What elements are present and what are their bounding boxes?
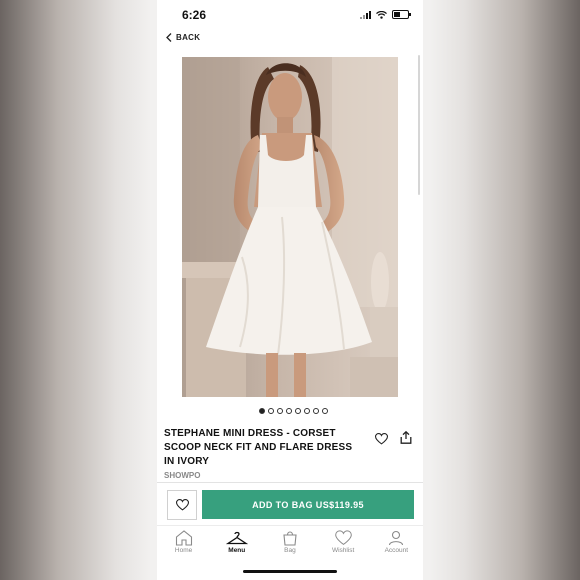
tab-label: Home	[174, 547, 193, 554]
bottom-tab-bar: Home Menu Bag Wishlist Account	[157, 525, 423, 560]
cellular-signal-icon	[360, 10, 371, 19]
chevron-left-icon	[166, 33, 172, 42]
share-icon	[400, 430, 412, 444]
tab-menu[interactable]: Menu	[210, 526, 263, 560]
status-time: 6:26	[182, 8, 207, 22]
back-button[interactable]: BACK	[166, 33, 200, 42]
share-button[interactable]	[400, 430, 412, 449]
carousel-dot[interactable]	[304, 408, 310, 414]
carousel-dot[interactable]	[286, 408, 292, 414]
bag-icon	[283, 531, 297, 546]
hanger-icon	[225, 531, 248, 545]
product-photo-illustration	[182, 57, 398, 397]
product-brand[interactable]: SHOWPO	[164, 471, 200, 480]
wishlist-heart-button[interactable]	[374, 432, 389, 450]
carousel-dot[interactable]	[313, 408, 319, 414]
add-to-wishlist-button[interactable]	[167, 490, 197, 520]
product-image[interactable]	[182, 57, 398, 397]
tab-label: Account	[384, 547, 409, 554]
carousel-dots[interactable]	[259, 408, 328, 414]
battery-icon	[392, 10, 411, 19]
home-indicator[interactable]	[243, 570, 337, 573]
home-icon	[175, 530, 192, 546]
heart-icon	[374, 433, 389, 445]
tab-label: Bag	[284, 547, 296, 554]
user-icon	[389, 530, 404, 546]
carousel-dot[interactable]	[259, 408, 265, 414]
wifi-icon	[376, 10, 387, 19]
add-to-bag-button[interactable]: ADD TO BAG US$119.95	[202, 490, 414, 519]
scrollbar[interactable]	[418, 55, 420, 195]
tab-account[interactable]: Account	[370, 526, 423, 560]
tab-wishlist[interactable]: Wishlist	[317, 526, 370, 560]
tab-label: Wishlist	[331, 547, 355, 554]
tab-bag[interactable]: Bag	[263, 526, 316, 560]
tab-label: Menu	[228, 547, 246, 554]
status-bar: 6:26	[157, 0, 423, 30]
carousel-dot[interactable]	[322, 408, 328, 414]
carousel-dot[interactable]	[295, 408, 301, 414]
product-title: STEPHANE MINI DRESS - CORSET SCOOP NECK …	[164, 428, 353, 467]
divider	[157, 482, 423, 483]
phone-screen: 6:26 BACK STEPHANE MINI DRESS - CORSET S…	[157, 0, 423, 580]
carousel-dot[interactable]	[277, 408, 283, 414]
heart-icon	[334, 530, 352, 545]
status-icons	[360, 10, 411, 19]
tab-home[interactable]: Home	[157, 526, 210, 560]
carousel-dot[interactable]	[268, 408, 274, 414]
back-label: BACK	[176, 33, 201, 42]
heart-icon	[175, 499, 189, 511]
